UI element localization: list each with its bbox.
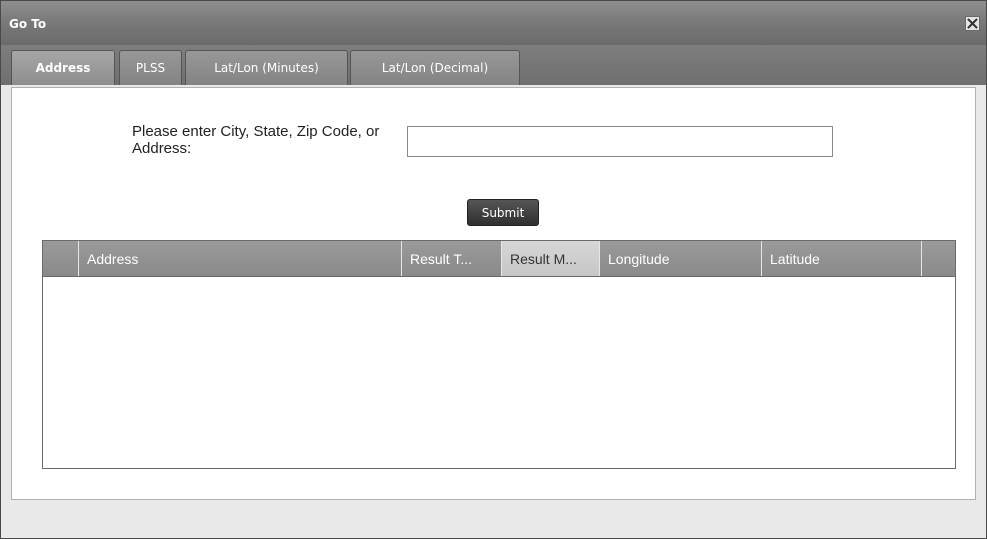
submit-button[interactable]: Submit (467, 199, 539, 226)
grid-header: Address Result T... Result M... Longitud… (43, 241, 955, 277)
tab-label: Lat/Lon (Decimal) (381, 61, 489, 75)
tab-latlon-decimal[interactable]: Lat/Lon (Decimal) (350, 50, 520, 85)
address-prompt-label: Please enter City, State, Zip Code, or A… (132, 123, 380, 157)
address-tab-panel: Please enter City, State, Zip Code, or A… (11, 87, 976, 500)
title-bar[interactable]: Go To (1, 1, 986, 45)
results-grid-body[interactable] (43, 277, 955, 468)
close-icon (967, 18, 978, 29)
tab-latlon-minutes[interactable]: Lat/Lon (Minutes) (185, 50, 348, 85)
go-to-dialog: Go To Address PLSS Lat/Lon (Minutes) Lat… (0, 0, 987, 539)
column-header-result-type[interactable]: Result T... (402, 241, 502, 276)
column-header-latitude[interactable]: Latitude (762, 241, 922, 276)
dialog-title: Go To (9, 17, 47, 31)
address-input[interactable] (407, 126, 833, 157)
close-button[interactable] (965, 16, 980, 31)
column-header-longitude[interactable]: Longitude (600, 241, 762, 276)
tab-plss[interactable]: PLSS (119, 50, 182, 85)
tab-label: Lat/Lon (Minutes) (214, 61, 319, 75)
column-header-result-match[interactable]: Result M... (502, 241, 600, 276)
tab-address[interactable]: Address (11, 50, 115, 85)
column-header-address[interactable]: Address (79, 241, 402, 276)
column-header-selector[interactable] (43, 241, 79, 276)
tab-strip: Address PLSS Lat/Lon (Minutes) Lat/Lon (… (1, 45, 986, 85)
tab-label: PLSS (135, 61, 166, 75)
tab-label: Address (35, 61, 91, 75)
column-header-spacer (922, 241, 955, 276)
results-grid: Address Result T... Result M... Longitud… (42, 240, 956, 469)
